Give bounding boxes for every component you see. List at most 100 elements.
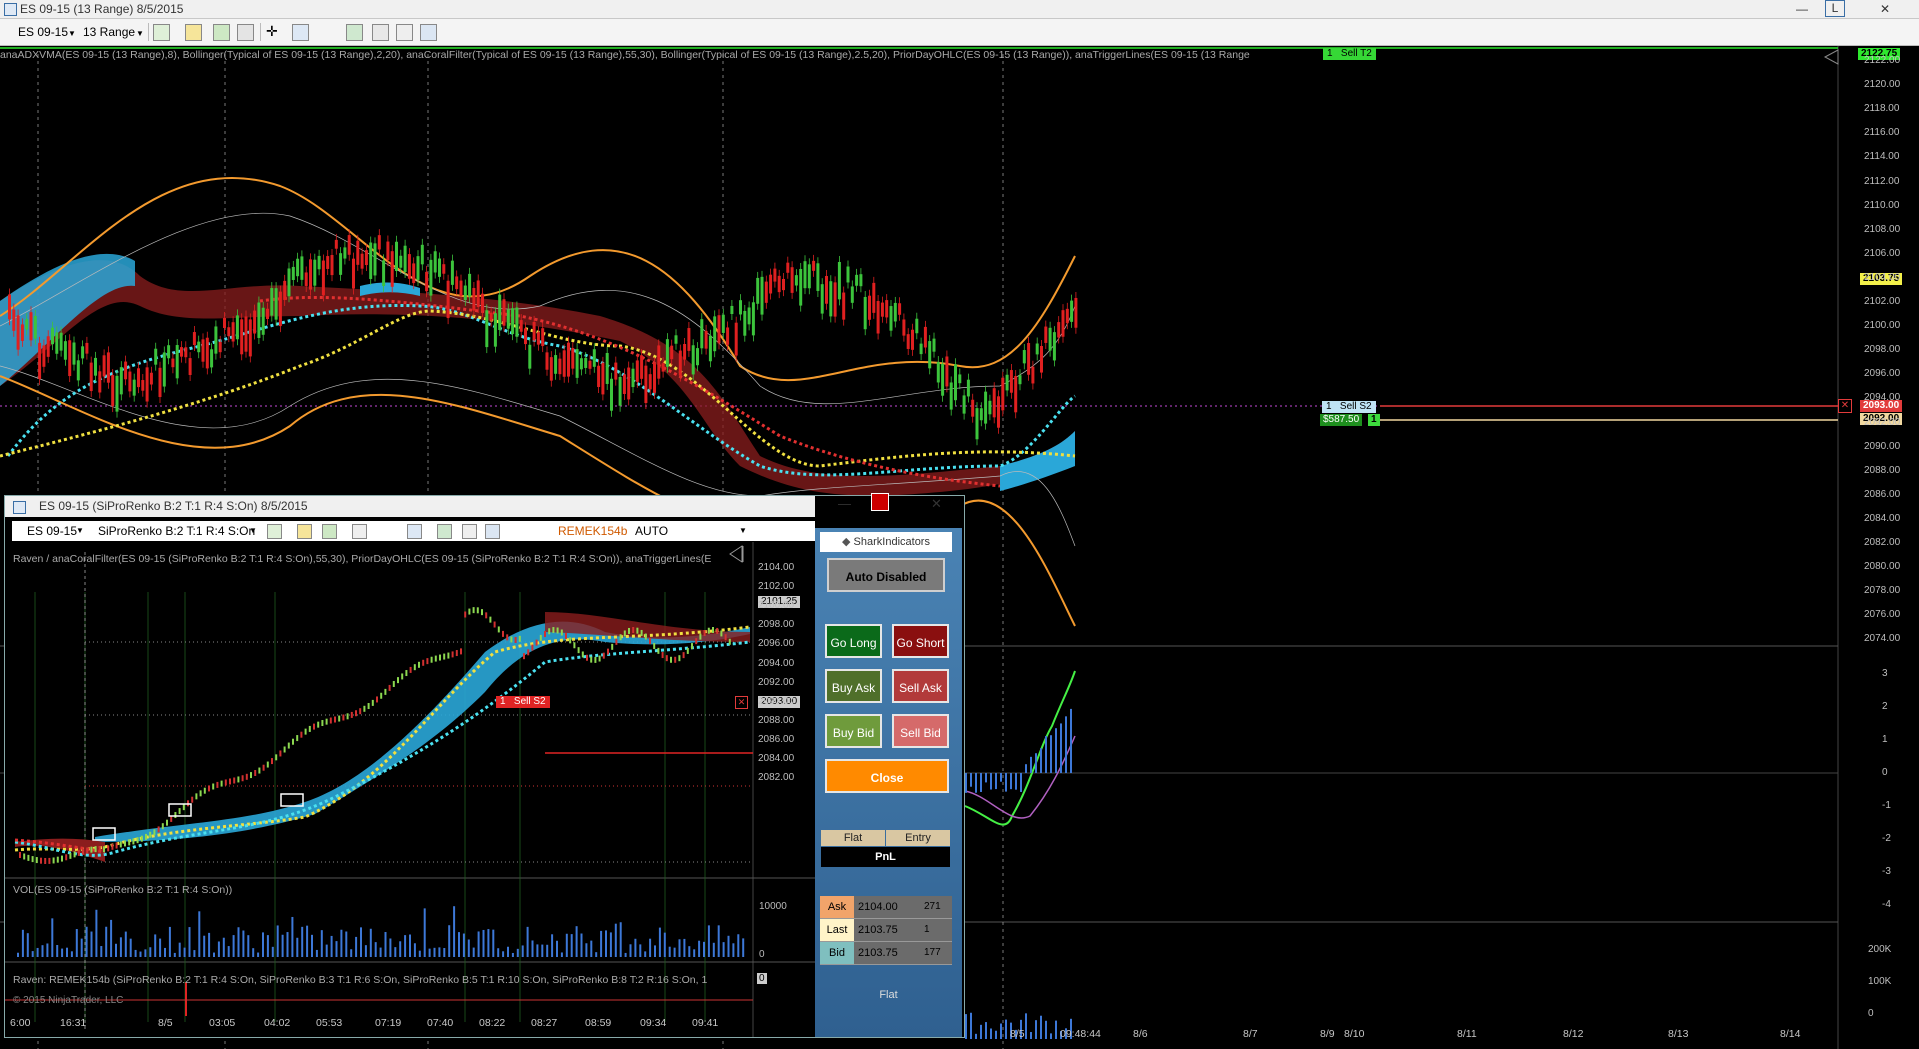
candle-body bbox=[1022, 350, 1026, 364]
oscillator-histogram-bar bbox=[1030, 756, 1032, 773]
drawing-tool-icon[interactable] bbox=[213, 24, 230, 41]
candle-body bbox=[541, 328, 545, 347]
renko-period-dropdown-icon[interactable]: ▼ bbox=[249, 521, 257, 541]
crosshair-icon[interactable]: ✛ bbox=[266, 24, 281, 39]
strategies-icon[interactable] bbox=[372, 24, 389, 41]
renko-volume-bar bbox=[732, 943, 735, 957]
renko-brick bbox=[569, 637, 572, 644]
oscillator-histogram-bar bbox=[990, 773, 992, 790]
renko-volume-bar bbox=[75, 929, 78, 957]
buy-bid-button[interactable]: Buy Bid bbox=[825, 714, 882, 748]
sell-s2-order-tag[interactable]: 1 Sell S2 bbox=[1322, 401, 1376, 413]
renko-cancel-order-icon[interactable]: ✕ bbox=[735, 696, 748, 709]
minimize-button[interactable]: — bbox=[1785, 0, 1819, 18]
properties-icon[interactable] bbox=[396, 24, 413, 41]
renko-volume-bar bbox=[467, 939, 470, 957]
restore-button[interactable]: L bbox=[1825, 0, 1845, 17]
renko-zoom-icon[interactable] bbox=[407, 524, 422, 539]
renko-restore-button[interactable] bbox=[871, 493, 889, 511]
renko-brick bbox=[468, 608, 471, 615]
candle-body bbox=[106, 352, 110, 383]
renko-brick bbox=[535, 639, 538, 646]
account-selector[interactable]: REMEK154b bbox=[558, 521, 627, 541]
sell-t2-order-tag[interactable]: 1 Sell T2 bbox=[1323, 48, 1376, 60]
time-axis-tick: 8/14 bbox=[1780, 1028, 1801, 1040]
candle-body bbox=[739, 300, 742, 315]
candle-body bbox=[984, 391, 988, 424]
renko-volume-bar bbox=[585, 943, 588, 957]
mode-dropdown-icon[interactable]: ▼ bbox=[739, 521, 747, 541]
renko-volume-bar bbox=[614, 923, 617, 957]
candle-body bbox=[493, 313, 497, 347]
bar-type-icon[interactable] bbox=[153, 24, 170, 41]
renko-brick bbox=[590, 656, 593, 663]
oscillator-histogram-bar bbox=[1050, 735, 1052, 773]
candle-body bbox=[816, 263, 820, 291]
renko-vol-axis-max: 10000 bbox=[759, 901, 787, 912]
renko-instrument-dropdown-icon[interactable]: ▼ bbox=[76, 521, 84, 541]
oscillator-histogram-bar bbox=[1000, 773, 1002, 782]
vol-axis-tick: 100K bbox=[1868, 976, 1892, 987]
period-dropdown-icon[interactable]: ▼ bbox=[136, 26, 144, 42]
renko-pencil-icon[interactable] bbox=[297, 524, 312, 539]
renko-price-chart[interactable] bbox=[5, 542, 815, 1037]
renko-price-axis-tick: 2084.00 bbox=[758, 753, 795, 764]
renko-data-box-icon[interactable] bbox=[485, 524, 500, 539]
candle-body bbox=[631, 368, 635, 388]
renko-brick bbox=[128, 839, 131, 846]
go-short-button[interactable]: Go Short bbox=[892, 624, 949, 658]
indicators-icon[interactable] bbox=[346, 24, 363, 41]
renko-brick bbox=[111, 843, 114, 850]
renko-volume-bar bbox=[139, 951, 142, 957]
renko-brick bbox=[161, 823, 164, 830]
instrument-selector[interactable]: ES 09-15 bbox=[18, 24, 68, 40]
renko-bar-type-icon[interactable] bbox=[267, 524, 282, 539]
renko-volume-bar bbox=[237, 927, 240, 957]
data-box-icon[interactable] bbox=[420, 24, 437, 41]
renko-indicators-icon[interactable] bbox=[437, 524, 452, 539]
renko-volume-bar bbox=[271, 946, 274, 957]
candle-body bbox=[425, 271, 429, 292]
renko-volume-bar bbox=[51, 918, 54, 957]
price-axis-tick: 2076.00 bbox=[1864, 609, 1901, 621]
renko-close-button[interactable]: ✕ bbox=[931, 496, 942, 512]
renko-volume-bar bbox=[551, 934, 554, 957]
mode-selector[interactable]: AUTO bbox=[635, 521, 668, 541]
renko-minimize-button[interactable]: — bbox=[838, 496, 851, 511]
candle-body bbox=[579, 358, 583, 370]
renko-cursor-icon[interactable] bbox=[352, 524, 367, 539]
candle-body bbox=[59, 332, 63, 351]
close-button[interactable]: ✕ bbox=[1868, 0, 1902, 18]
buy-ask-button[interactable]: Buy Ask bbox=[825, 669, 882, 703]
period-selector[interactable]: 13 Range bbox=[83, 24, 135, 40]
price-axis-tick: 2108.00 bbox=[1864, 223, 1901, 235]
volume-bar bbox=[970, 1012, 972, 1039]
renko-volume-bar bbox=[208, 932, 211, 957]
renko-brick bbox=[245, 773, 248, 780]
renko-volume-bar bbox=[433, 947, 436, 957]
close-position-button[interactable]: Close bbox=[825, 759, 949, 793]
go-long-button[interactable]: Go Long bbox=[825, 624, 882, 658]
renko-sell-s2-tag[interactable]: 1 Sell S2 bbox=[496, 696, 550, 708]
renko-properties-icon[interactable] bbox=[462, 524, 477, 539]
drawing-pencil-icon[interactable] bbox=[185, 24, 202, 41]
sell-bid-button[interactable]: Sell Bid bbox=[892, 714, 949, 748]
cancel-order-icon[interactable]: ✕ bbox=[1838, 399, 1852, 413]
renko-period-selector[interactable]: SiProRenko B:2 T:1 R:4 S:On bbox=[98, 521, 255, 541]
renko-volume-bar bbox=[462, 933, 465, 957]
remove-drawings-icon[interactable] bbox=[237, 24, 254, 41]
renko-instrument-selector[interactable]: ES 09-15 bbox=[27, 521, 77, 541]
candle-body bbox=[868, 295, 871, 320]
instrument-dropdown-icon[interactable]: ▼ bbox=[68, 26, 76, 42]
sell-ask-button[interactable]: Sell Ask bbox=[892, 669, 949, 703]
candle-body bbox=[992, 388, 996, 418]
renko-brick bbox=[124, 840, 126, 847]
renko-brick bbox=[678, 655, 681, 662]
renko-volume-bar bbox=[301, 926, 304, 957]
renko-drawing-tool-icon[interactable] bbox=[322, 524, 337, 539]
oscillator-histogram-bar bbox=[1055, 728, 1057, 773]
zoom-icon[interactable] bbox=[292, 24, 309, 41]
renko-brick bbox=[481, 609, 483, 616]
oscillator-histogram-bar bbox=[995, 773, 997, 790]
auto-disabled-button[interactable]: Auto Disabled bbox=[827, 558, 945, 592]
